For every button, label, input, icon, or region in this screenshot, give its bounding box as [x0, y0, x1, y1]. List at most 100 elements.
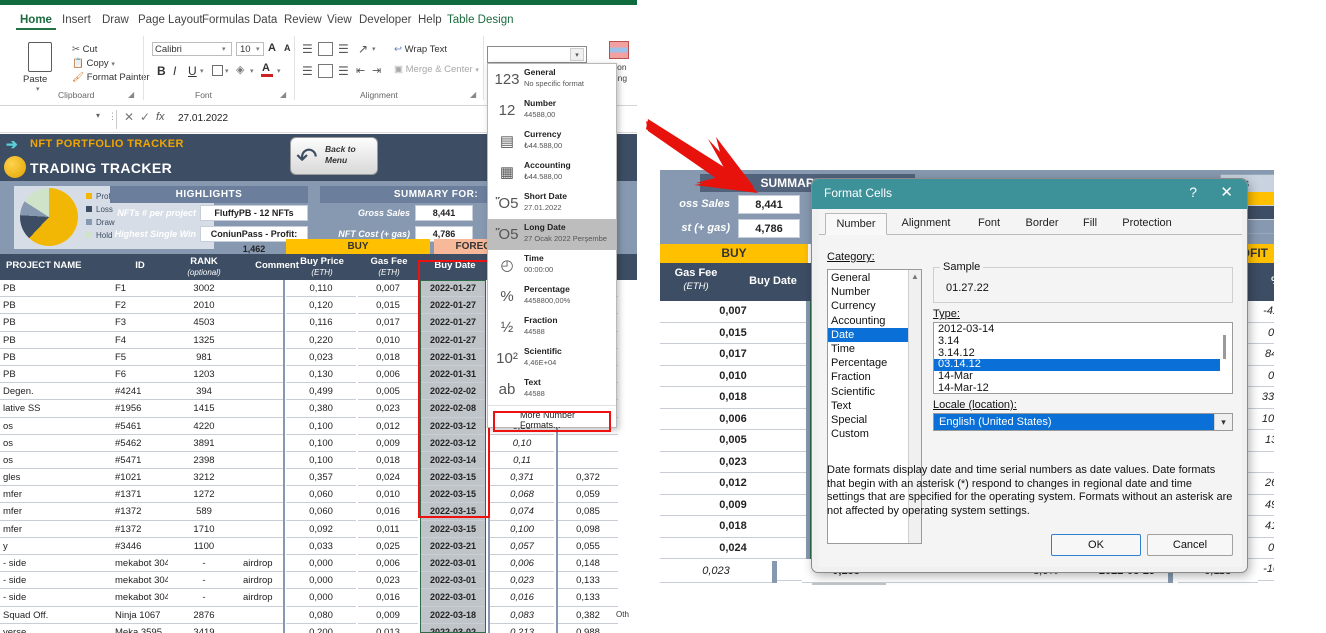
cell-gas-fee[interactable]: 0,023	[358, 572, 418, 590]
tab-number[interactable]: Number	[825, 213, 887, 235]
table-row[interactable]: os #5471 2398 0,100 0,018 2022-03-14 0,11	[0, 451, 637, 470]
cell-project[interactable]: gles	[0, 469, 112, 487]
cell-project[interactable]: os	[0, 434, 112, 452]
type-list[interactable]: 2012-03-14 3.14 3.14.12 03.14.12 14-Mar 14-Ma…	[933, 322, 1233, 394]
cell-rank[interactable]: 1710	[168, 520, 240, 538]
table-row[interactable]: mfer #1372 589 0,060 0,016 2022-03-15 0,074 0,0…	[0, 503, 637, 521]
tab-font[interactable]: Font	[965, 213, 1013, 235]
cell-comment[interactable]	[240, 365, 284, 384]
wrap-text-button[interactable]: ↩ Wrap Text	[394, 44, 447, 55]
category-item-accounting[interactable]: Accounting	[828, 314, 910, 328]
cell-comment[interactable]	[240, 400, 284, 418]
number-format-item-general[interactable]: 123 General No specific format	[488, 64, 616, 95]
category-item-percentage[interactable]: Percentage	[828, 356, 910, 370]
cell-id[interactable]: Ninja 1067	[112, 606, 168, 624]
zp-cell-gas-fee[interactable]: 0,018	[660, 516, 806, 538]
cut-button[interactable]: ✂ Cut	[72, 44, 97, 55]
cell-buy-price[interactable]: 0,220	[286, 331, 356, 349]
cell-project[interactable]: os	[0, 417, 112, 435]
cell-id[interactable]: F1	[112, 280, 168, 298]
cell-breakeven[interactable]: 0,100	[490, 520, 554, 538]
cell-comment[interactable]	[240, 537, 284, 555]
insert-function-icon[interactable]: fx	[156, 111, 165, 123]
cell-buy-price[interactable]: 0,000	[286, 555, 356, 573]
category-item-general[interactable]: General	[828, 271, 910, 285]
tab-border[interactable]: Border	[1015, 213, 1069, 235]
zp-cell-gas-fee[interactable]: 0,015	[660, 322, 806, 344]
cell-breakeven[interactable]: 0,023	[490, 572, 554, 590]
category-item-time[interactable]: Time	[828, 342, 910, 356]
cell-mid[interactable]: 0,988	[558, 623, 618, 633]
cell-gas-fee[interactable]: 0,009	[358, 434, 418, 452]
name-box-chevron-icon[interactable]: ▾	[96, 111, 100, 120]
cell-buy-date[interactable]: 2022-03-15	[420, 486, 486, 504]
cancel-icon[interactable]: ✕	[124, 110, 134, 124]
cell-rank[interactable]: -	[168, 589, 240, 607]
zp-cell-gas-fee[interactable]: 0,018	[660, 387, 806, 409]
align-middle-icon[interactable]	[318, 42, 333, 56]
table-row[interactable]: y #3446 1100 0,033 0,025 2022-03-21 0,057 0,055	[0, 537, 637, 555]
cell-breakeven[interactable]: 0,11	[490, 451, 554, 470]
category-item-fraction[interactable]: Fraction	[828, 370, 910, 384]
format-painter-button[interactable]: 🖌 Format Painter	[72, 72, 150, 83]
cell-project[interactable]: - side	[0, 555, 112, 573]
cell-buy-date[interactable]: 2022-01-27	[420, 314, 486, 332]
cell-buy-date[interactable]: 2022-03-01	[420, 572, 486, 590]
cell-rank[interactable]: 4220	[168, 417, 240, 435]
cell-buy-date[interactable]: 2022-01-27	[420, 331, 486, 349]
italic-button[interactable]: I	[173, 64, 176, 78]
cell-project[interactable]: lative SS	[0, 400, 112, 418]
borders-icon[interactable]	[212, 65, 223, 76]
zp-cell-gas-fee[interactable]: 0,024	[660, 537, 806, 559]
cell-breakeven[interactable]: 0,083	[490, 606, 554, 624]
cell-comment[interactable]	[240, 314, 284, 332]
cell-breakeven[interactable]: 0,016	[490, 589, 554, 607]
paste-button[interactable]: Paste	[23, 74, 47, 85]
cell-buy-price[interactable]: 0,000	[286, 589, 356, 607]
orientation-chevron-icon[interactable]: ▾	[372, 45, 376, 53]
table-row[interactable]: mfer #1372 1710 0,092 0,011 2022-03-15 0,100 0,…	[0, 520, 637, 538]
font-color-icon[interactable]: A	[262, 62, 270, 74]
cell-buy-date[interactable]: 2022-01-27	[420, 297, 486, 315]
ribbon-tab-formulas[interactable]: Formulas	[198, 12, 254, 28]
cell-rank[interactable]: 1203	[168, 365, 240, 384]
cell-breakeven[interactable]: 0,006	[490, 555, 554, 573]
cell-buy-price[interactable]: 0,110	[286, 280, 356, 298]
close-icon[interactable]: ✕	[1220, 183, 1233, 201]
cell-buy-date[interactable]: 2022-03-15	[420, 520, 486, 538]
cell-buy-price[interactable]: 0,033	[286, 537, 356, 555]
table-row[interactable]: - sidemekabot 3044-airdrop0,0000,0162022…	[0, 589, 637, 607]
borders-chevron-icon[interactable]: ▾	[225, 67, 229, 75]
number-format-item-number[interactable]: 12 Number 44588,00	[488, 95, 616, 126]
cell-mid[interactable]: 0,098	[558, 520, 618, 538]
number-format-item-percentage[interactable]: % Percentage 4458800,00%	[488, 281, 616, 312]
cell-rank[interactable]: -	[168, 555, 240, 573]
ribbon-tab-insert[interactable]: Insert	[58, 12, 95, 28]
table-row[interactable]: verse Meka 3595 3419 0,200 0,013 2022-03-02 0,…	[0, 623, 637, 633]
ribbon-tab-review[interactable]: Review	[280, 12, 326, 28]
cell-project[interactable]: PB	[0, 331, 112, 349]
cell-gas-fee[interactable]: 0,007	[358, 280, 418, 298]
cell-rank[interactable]: 1415	[168, 400, 240, 418]
underline-chevron-icon[interactable]: ▾	[200, 67, 204, 75]
zp-cell-gas-fee[interactable]: 0,006	[660, 408, 806, 430]
cell-project[interactable]: PB	[0, 365, 112, 384]
align-left-icon[interactable]: ☰	[302, 64, 313, 78]
cell-gas-fee[interactable]: 0,017	[358, 314, 418, 332]
cell-id[interactable]: #1372	[112, 520, 168, 538]
cell-gas-fee[interactable]: 0,012	[358, 417, 418, 435]
cell-buy-date[interactable]: 2022-02-08	[420, 400, 486, 418]
cell-buy-date[interactable]: 2022-01-27	[420, 280, 486, 298]
cell-rank[interactable]: 394	[168, 383, 240, 401]
cell-project[interactable]: - side	[0, 572, 112, 590]
underline-button[interactable]: U	[188, 64, 197, 78]
cancel-button[interactable]: Cancel	[1147, 534, 1233, 556]
cell-breakeven[interactable]: 0,213	[490, 623, 554, 633]
cell-buy-price[interactable]: 0,060	[286, 486, 356, 504]
tab-protection[interactable]: Protection	[1111, 213, 1183, 235]
cell-buy-date[interactable]: 2022-03-18	[420, 606, 486, 624]
cell-gas-fee[interactable]: 0,023	[358, 400, 418, 418]
cell-buy-price[interactable]: 0,023	[286, 348, 356, 366]
cell-mid[interactable]: 0,382	[558, 606, 618, 624]
cell-comment[interactable]	[240, 520, 284, 538]
